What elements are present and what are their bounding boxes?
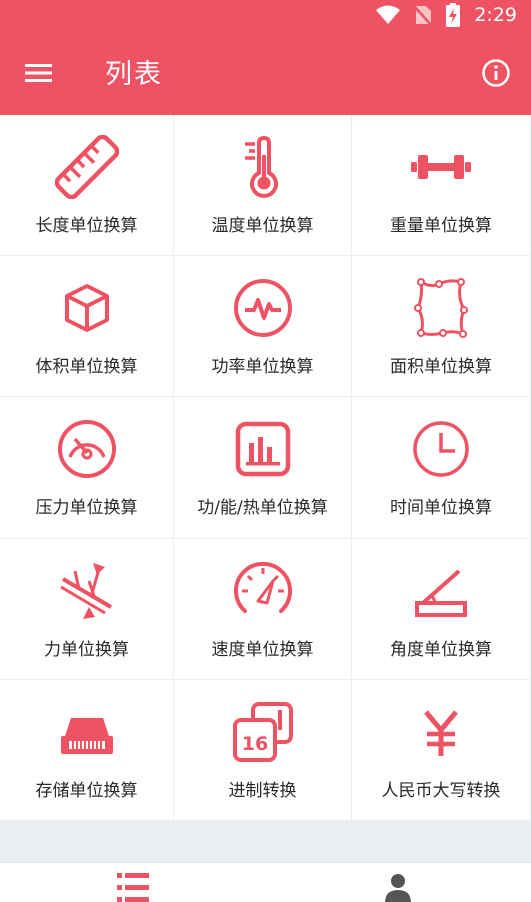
angle-icon — [415, 569, 467, 617]
ruler-icon — [54, 135, 119, 199]
status-bar: 2:29 — [0, 0, 531, 30]
tool-label: 角度单位换算 — [390, 639, 492, 660]
page-title: 列表 — [105, 59, 163, 90]
bar-chart-icon — [235, 422, 290, 477]
person-icon — [384, 874, 411, 902]
speedometer-icon — [233, 561, 292, 613]
tool-label: 时间单位换算 — [390, 498, 492, 519]
info-button[interactable] — [481, 58, 511, 88]
tool-volume[interactable]: 体积单位换算 — [0, 256, 174, 398]
menu-button[interactable] — [22, 58, 56, 88]
status-time: 2:29 — [474, 4, 517, 26]
tool-label: 进制转换 — [228, 780, 297, 801]
svg-text:16: 16 — [241, 733, 267, 755]
number-base-icon: 16 — [232, 701, 293, 762]
yuan-icon — [424, 710, 458, 756]
clock-icon — [413, 421, 469, 478]
tool-label: 功率单位换算 — [211, 357, 314, 378]
tool-force[interactable]: 力单位换算 — [0, 538, 174, 680]
app-bar: 列表 — [0, 30, 531, 115]
force-icon — [59, 562, 112, 619]
wifi-icon — [376, 5, 401, 24]
bottom-navigation — [0, 862, 531, 902]
tool-label: 功/能/热单位换算 — [197, 498, 328, 519]
battery-charging-icon — [446, 3, 461, 27]
tool-rmb-uppercase[interactable]: 人民币大写转换 — [352, 679, 531, 821]
gauge-icon — [57, 420, 116, 479]
tool-label: 速度单位换算 — [211, 639, 314, 660]
tool-speed[interactable]: 速度单位换算 — [174, 538, 352, 680]
tool-label: 人民币大写转换 — [381, 780, 501, 801]
converter-grid: 长度单位换算 温度单位换算 重量单位换算 体积单位换算 功率单位换算 面积单位换… — [0, 115, 531, 821]
tool-area[interactable]: 面积单位换算 — [352, 256, 531, 398]
tool-angle[interactable]: 角度单位换算 — [352, 538, 531, 680]
tool-energy[interactable]: 功/能/热单位换算 — [174, 397, 352, 539]
nav-tab-profile[interactable] — [265, 863, 530, 902]
hamburger-menu-icon — [25, 64, 52, 82]
tool-label: 长度单位换算 — [35, 216, 138, 236]
info-icon — [482, 59, 510, 87]
nav-tab-list[interactable] — [0, 863, 265, 902]
tool-label: 压力单位换算 — [35, 498, 138, 519]
tool-pressure[interactable]: 压力单位换算 — [0, 397, 174, 539]
tool-power[interactable]: 功率单位换算 — [174, 256, 352, 398]
tool-label: 面积单位换算 — [390, 357, 492, 378]
tool-label: 体积单位换算 — [35, 357, 138, 378]
tool-number-base[interactable]: 16 进制转换 — [174, 679, 352, 821]
pulse-icon — [233, 279, 292, 338]
storage-icon — [60, 717, 113, 754]
cube-icon — [64, 284, 109, 333]
tool-storage[interactable]: 存储单位换算 — [0, 679, 174, 821]
tool-label: 重量单位换算 — [390, 216, 492, 236]
list-icon — [116, 873, 149, 902]
area-icon — [414, 278, 468, 339]
no-sim-icon — [414, 6, 433, 26]
tool-label: 力单位换算 — [44, 639, 129, 660]
tool-label: 存储单位换算 — [35, 780, 138, 801]
tool-time[interactable]: 时间单位换算 — [352, 397, 531, 539]
tool-weight[interactable]: 重量单位换算 — [352, 115, 531, 257]
tool-length[interactable]: 长度单位换算 — [0, 115, 174, 257]
thermometer-icon — [244, 135, 278, 198]
tool-temperature[interactable]: 温度单位换算 — [174, 115, 352, 257]
tool-label: 温度单位换算 — [211, 216, 314, 236]
dumbbell-icon — [411, 155, 471, 179]
